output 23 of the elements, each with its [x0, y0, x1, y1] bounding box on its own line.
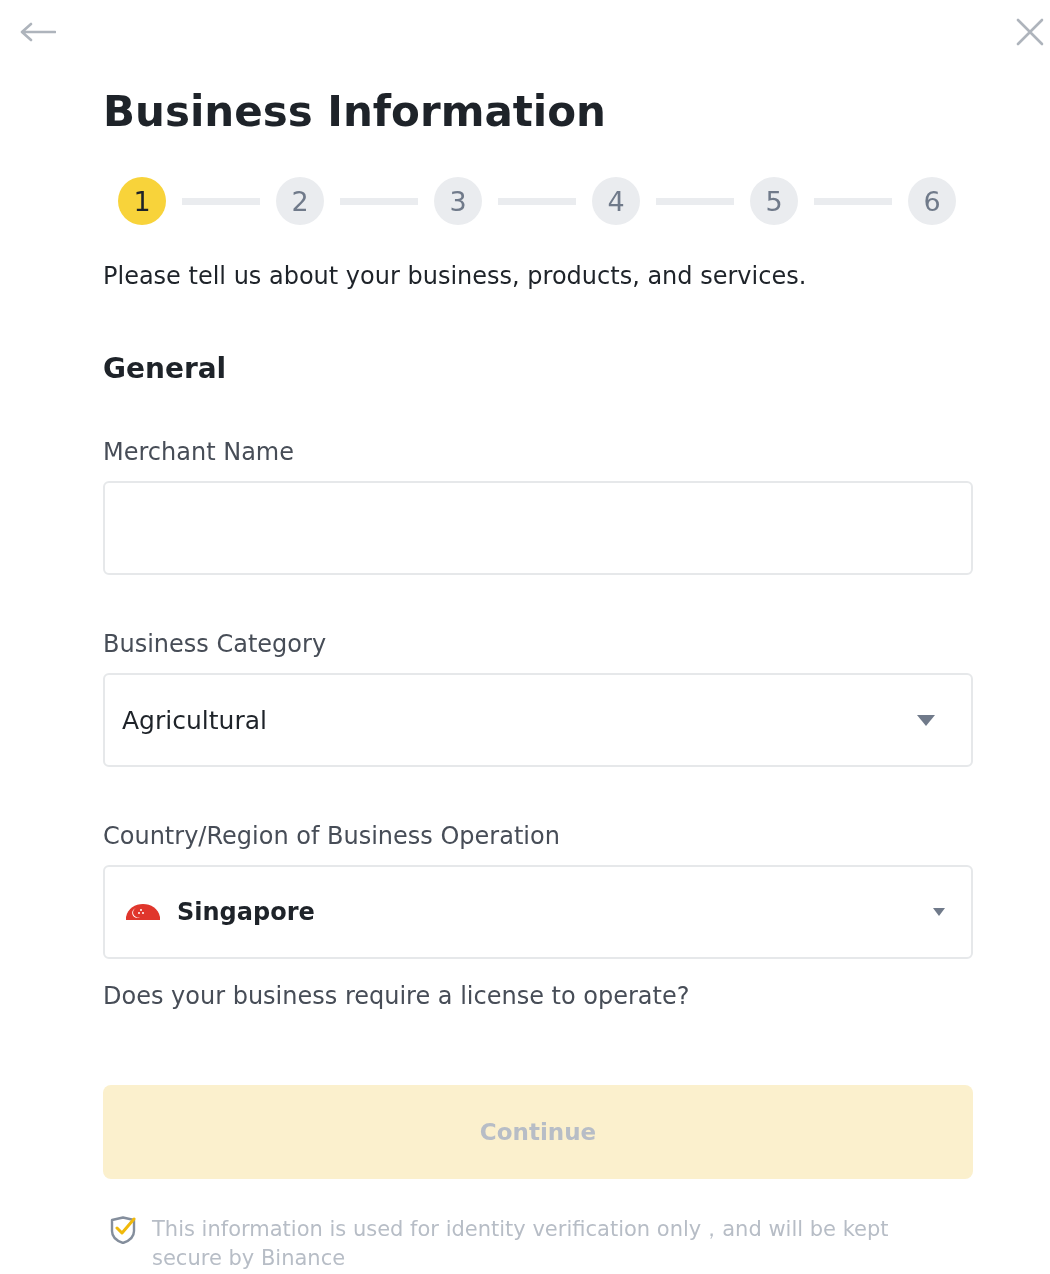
caret-icon [917, 714, 935, 726]
step-indicator: 6 [908, 177, 956, 225]
step-indicator: 4 [592, 177, 640, 225]
flag-icon [126, 904, 160, 920]
back-arrow-icon[interactable] [20, 22, 56, 42]
field-label: Merchant Name [103, 437, 295, 468]
field-label: Country/Region of Business Operation [103, 821, 561, 852]
privacy-note: This information is used for identity verification only，and will be kept secure by Binance [152, 1216, 890, 1272]
section-heading: General [103, 351, 228, 387]
intro-text: Please tell us about your business, products, and services. [103, 261, 808, 292]
field-label: Business Category [103, 629, 328, 660]
page-title: Business Information [103, 87, 607, 137]
country-dropdown[interactable]: Singapore [103, 865, 973, 959]
step-indicator: 2 [276, 177, 324, 225]
text-input-field[interactable] [103, 481, 973, 575]
shield-check-icon [110, 1216, 136, 1244]
close-icon[interactable] [1016, 18, 1044, 46]
category-dropdown[interactable]: Agricultural [103, 673, 973, 767]
caret-icon [933, 908, 945, 916]
step-indicator: 3 [434, 177, 482, 225]
step-indicator: 1 [118, 177, 166, 225]
license-question: Does your business require a license to operate? [103, 981, 691, 1012]
step-indicator: 5 [750, 177, 798, 225]
